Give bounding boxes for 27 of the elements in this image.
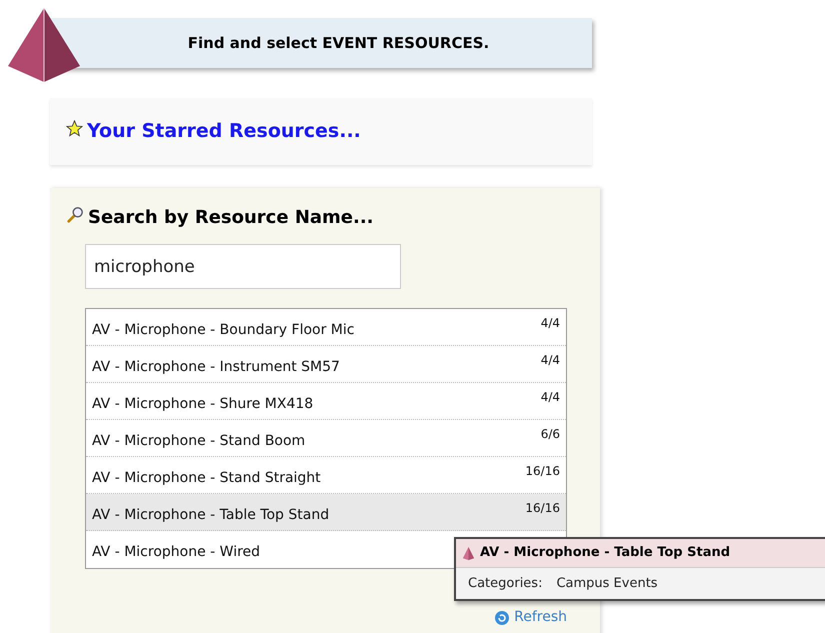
result-name: AV - Microphone - Instrument SM57 [92,358,340,376]
search-field[interactable]: microphone [85,244,401,289]
pyramid-icon [8,8,80,82]
result-name: AV - Microphone - Stand Straight [92,468,321,488]
magnifier-icon [66,206,84,224]
categories-label: Categories: [468,574,542,593]
search-heading: Search by Resource Name... [88,206,374,230]
result-name: AV - Microphone - Shure MX418 [92,394,314,414]
result-count: 4/4 [540,389,560,406]
result-name: AV - Microphone - Wired [92,543,260,562]
result-count: 6/6 [540,426,560,443]
banner-title: Find and select EVENT RESOURCES. [186,32,490,54]
refresh-icon [494,610,510,626]
star-icon [66,120,83,137]
result-count: 4/4 [540,315,560,332]
result-count: 16/16 [525,500,560,517]
refresh-label: Refresh [514,608,567,627]
result-count: 16/16 [525,463,560,480]
pyramid-icon [461,546,476,560]
refresh-link[interactable]: Refresh [494,607,567,628]
result-name: AV - Microphone - Stand Boom [92,432,306,450]
starred-resources-link[interactable]: Your Starred Resources... [87,117,361,146]
result-name: AV - Microphone - Table Top Stand [92,506,330,524]
result-row[interactable]: AV - Microphone - Table Top Stand 16/16 [86,494,566,531]
result-count: 4/4 [540,352,560,369]
result-name: AV - Microphone - Boundary Floor Mic [92,320,354,340]
categories-value: Campus Events [556,574,658,593]
